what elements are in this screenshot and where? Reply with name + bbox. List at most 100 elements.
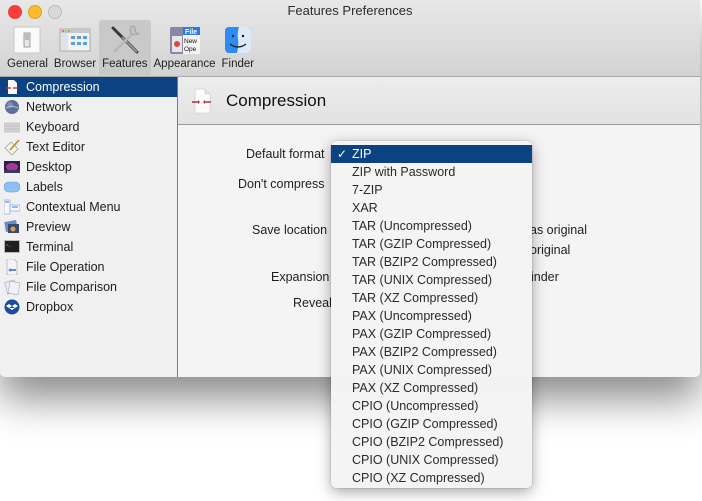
file-operation-icon	[4, 258, 20, 276]
sidebar-item-label: Labels	[26, 180, 63, 194]
terminal-icon: >_	[4, 239, 20, 255]
format-option-label: 7-ZIP	[352, 183, 383, 197]
toolbar: General Browser Features File New Ope Ap…	[4, 20, 257, 76]
format-option-label: ZIP with Password	[352, 165, 456, 179]
default-format-menu[interactable]: ✓ ZIP ZIP with Password 7-ZIP XAR TAR (Uncomp…	[331, 141, 532, 488]
sidebar-item-network[interactable]: Network	[0, 97, 177, 117]
label-icon	[3, 179, 21, 195]
format-option-label: TAR (UNIX Compressed)	[352, 273, 493, 287]
format-option[interactable]: TAR (GZIP Compressed)	[331, 235, 532, 253]
window-title: Features Preferences	[287, 3, 413, 18]
save-same-as-original-option[interactable]: as original	[530, 223, 587, 237]
pencil-icon	[4, 139, 20, 156]
format-option-label: PAX (BZIP2 Compressed)	[352, 345, 497, 359]
format-option-label: PAX (GZIP Compressed)	[352, 327, 492, 341]
sidebar-item-label: Terminal	[26, 240, 74, 254]
format-option[interactable]: PAX (GZIP Compressed)	[331, 325, 532, 343]
format-option[interactable]: CPIO (Uncompressed)	[331, 397, 532, 415]
format-option[interactable]: CPIO (BZIP2 Compressed)	[331, 433, 532, 451]
save-original-option[interactable]: original	[530, 243, 570, 257]
sidebar-item-desktop[interactable]: Desktop	[0, 157, 177, 177]
sidebar-item-contextual-menu[interactable]: Contextual Menu	[0, 197, 177, 217]
sidebar-item-file-comparison[interactable]: File Comparison	[0, 277, 177, 297]
format-option-label: TAR (Uncompressed)	[352, 219, 472, 233]
toolbar-browser-button[interactable]: Browser	[51, 20, 99, 75]
format-option-label: CPIO (UNIX Compressed)	[352, 453, 499, 467]
compression-icon	[192, 88, 212, 114]
sidebar-item-label: Desktop	[26, 160, 72, 174]
format-option-label: XAR	[352, 201, 378, 215]
general-switch-icon	[11, 24, 43, 56]
finder-icon	[222, 24, 254, 56]
format-option-label: CPIO (XZ Compressed)	[352, 471, 485, 485]
sidebar-item-label: Network	[26, 100, 72, 114]
format-option-label: TAR (BZIP2 Compressed)	[352, 255, 497, 269]
sidebar-item-label: Text Editor	[26, 140, 86, 154]
keyboard-icon	[3, 119, 21, 135]
format-option[interactable]: CPIO (UNIX Compressed)	[331, 451, 532, 469]
format-option-label: CPIO (GZIP Compressed)	[352, 417, 498, 431]
expansion-label: Expansion	[271, 270, 330, 284]
page-title: Compression	[226, 90, 327, 110]
toolbar-features-button[interactable]: Features	[99, 20, 151, 75]
desktop-icon	[4, 159, 20, 175]
svg-text:Ope: Ope	[184, 46, 197, 53]
reveal-label: Reveal	[293, 296, 332, 310]
format-option-label: PAX (UNIX Compressed)	[352, 363, 493, 377]
format-option[interactable]: ✓ ZIP	[331, 145, 532, 163]
format-option-label: TAR (XZ Compressed)	[352, 291, 479, 305]
format-option-label: PAX (XZ Compressed)	[352, 381, 479, 395]
sidebar-item-label: Dropbox	[26, 300, 74, 314]
appearance-menu-icon: File New Ope	[169, 24, 201, 56]
format-option[interactable]: PAX (BZIP2 Compressed)	[331, 343, 532, 361]
format-option-label: PAX (Uncompressed)	[352, 309, 472, 323]
sidebar-item-label: Contextual Menu	[26, 200, 121, 214]
toolbar-general-button[interactable]: General	[4, 20, 51, 75]
sidebar-item-label: File Operation	[26, 260, 105, 274]
save-location-label: Save location	[252, 223, 328, 237]
format-option[interactable]: ZIP with Password	[331, 163, 532, 181]
globe-icon	[4, 99, 20, 115]
preview-icon	[4, 219, 20, 235]
sidebar-item-label: File Comparison	[26, 280, 118, 294]
sidebar-item-terminal[interactable]: >_ Terminal	[0, 237, 177, 257]
expansion-finder-option[interactable]: inder	[531, 270, 559, 284]
titlebar: Features Preferences General Browser Fea…	[0, 0, 700, 77]
format-option[interactable]: TAR (UNIX Compressed)	[331, 271, 532, 289]
dropbox-icon	[4, 299, 20, 315]
format-option[interactable]: CPIO (GZIP Compressed)	[331, 415, 532, 433]
sidebar-item-text-editor[interactable]: Text Editor	[0, 137, 177, 157]
svg-text:File: File	[185, 29, 197, 36]
sidebar-item-dropbox[interactable]: Dropbox	[0, 297, 177, 317]
file-comparison-icon	[4, 279, 21, 296]
browser-window-icon	[59, 24, 91, 56]
format-option[interactable]: CPIO (XZ Compressed)	[331, 469, 532, 487]
content-header: Compression	[178, 77, 700, 125]
format-option[interactable]: XAR	[331, 199, 532, 217]
format-option[interactable]: TAR (BZIP2 Compressed)	[331, 253, 532, 271]
format-option[interactable]: TAR (XZ Compressed)	[331, 289, 532, 307]
sidebar-item-keyboard[interactable]: Keyboard	[0, 117, 177, 137]
format-option-label: TAR (GZIP Compressed)	[352, 237, 492, 251]
sidebar: Compression Network Keyboard Text Editor…	[0, 77, 178, 377]
sidebar-item-labels[interactable]: Labels	[0, 177, 177, 197]
toolbar-finder-button[interactable]: Finder	[219, 20, 258, 75]
sidebar-item-label: Compression	[26, 80, 100, 94]
svg-text:>_: >_	[6, 243, 11, 248]
format-option[interactable]: 7-ZIP	[331, 181, 532, 199]
toolbar-appearance-button[interactable]: File New Ope Appearance	[151, 20, 219, 75]
sidebar-item-label: Preview	[26, 220, 71, 234]
format-option-label: ZIP	[352, 147, 372, 161]
svg-text:New: New	[184, 38, 197, 45]
compression-icon	[4, 79, 20, 95]
format-option[interactable]: PAX (XZ Compressed)	[331, 379, 532, 397]
sidebar-item-compression[interactable]: Compression	[0, 77, 177, 97]
format-option[interactable]: PAX (Uncompressed)	[331, 307, 532, 325]
format-option[interactable]: TAR (Uncompressed)	[331, 217, 532, 235]
format-option-label: CPIO (Uncompressed)	[352, 399, 479, 413]
sidebar-item-label: Keyboard	[26, 120, 80, 134]
sidebar-item-preview[interactable]: Preview	[0, 217, 177, 237]
sidebar-item-file-operation[interactable]: File Operation	[0, 257, 177, 277]
format-option[interactable]: PAX (UNIX Compressed)	[331, 361, 532, 379]
default-format-label: Default format	[246, 147, 325, 161]
